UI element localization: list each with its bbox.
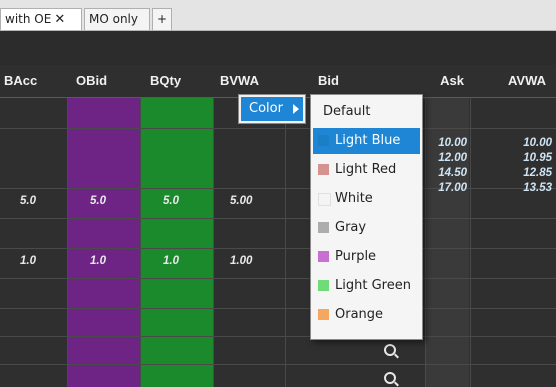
tab-label: with OE bbox=[5, 12, 52, 26]
color-option-orange[interactable]: Orange bbox=[313, 302, 420, 328]
grid-line bbox=[0, 336, 556, 337]
cell-avwa[interactable]: 13.53 bbox=[508, 182, 552, 194]
toolbar bbox=[0, 31, 556, 65]
color-swatch-icon bbox=[318, 251, 329, 262]
tab-bar: with OE ✕ MO only + bbox=[0, 0, 556, 31]
cell-avwa[interactable]: 10.95 bbox=[508, 152, 552, 164]
color-menu-item[interactable]: Color bbox=[241, 97, 303, 121]
cell-ask[interactable]: 17.00 bbox=[425, 182, 467, 194]
column-header-avwa[interactable]: AVWA bbox=[508, 65, 556, 97]
cell-obid[interactable]: 1.0 bbox=[90, 255, 106, 267]
column-header-bid[interactable]: Bid bbox=[318, 65, 378, 97]
cell-avwa[interactable]: 10.00 bbox=[508, 137, 552, 149]
grid-line bbox=[470, 98, 471, 387]
chevron-right-icon bbox=[293, 104, 299, 114]
grid-line bbox=[0, 308, 556, 309]
color-swatch-icon bbox=[318, 193, 331, 206]
color-option-label: Gray bbox=[335, 220, 367, 235]
grid-line bbox=[67, 98, 68, 387]
column-header-bqty[interactable]: BQty bbox=[150, 65, 210, 97]
cell-bqty[interactable]: 1.0 bbox=[163, 255, 179, 267]
color-option-label: Purple bbox=[335, 249, 377, 264]
grid-line bbox=[0, 188, 556, 189]
color-options-menu: Default Light Blue Light Red White Gray … bbox=[310, 94, 423, 340]
zoom-icon[interactable] bbox=[384, 372, 396, 384]
color-swatch-icon bbox=[318, 280, 329, 291]
color-option-label: Default bbox=[323, 104, 371, 119]
obid-column-fill bbox=[67, 98, 140, 387]
color-option-light-green[interactable]: Light Green bbox=[313, 273, 420, 299]
grid-line bbox=[0, 248, 556, 249]
color-option-purple[interactable]: Purple bbox=[313, 244, 420, 270]
column-header-bvwa[interactable]: BVWA bbox=[220, 65, 280, 97]
grid-line bbox=[0, 278, 556, 279]
tab-mo-only[interactable]: MO only bbox=[84, 8, 150, 30]
color-option-light-blue[interactable]: Light Blue bbox=[313, 128, 420, 154]
grid-line bbox=[213, 98, 214, 387]
color-option-label: White bbox=[335, 191, 373, 206]
color-swatch-icon bbox=[318, 222, 329, 233]
column-header-obid[interactable]: OBid bbox=[76, 65, 136, 97]
color-option-gray[interactable]: Gray bbox=[313, 215, 420, 241]
bqty-column-fill bbox=[140, 98, 213, 387]
color-swatch-icon bbox=[318, 309, 329, 320]
color-option-light-red[interactable]: Light Red bbox=[313, 157, 420, 183]
grid-line bbox=[0, 364, 556, 365]
tab-with-oe[interactable]: with OE ✕ bbox=[0, 8, 82, 30]
color-menu-label: Color bbox=[249, 101, 283, 116]
tab-label: MO only bbox=[89, 12, 138, 26]
cell-bvwa[interactable]: 5.00 bbox=[230, 195, 252, 207]
cell-bqty[interactable]: 5.0 bbox=[163, 195, 179, 207]
color-swatch-icon bbox=[318, 135, 329, 146]
cell-ask[interactable]: 12.00 bbox=[425, 152, 467, 164]
cell-avwa[interactable]: 12.85 bbox=[508, 167, 552, 179]
column-header-ask[interactable]: Ask bbox=[420, 65, 464, 97]
add-tab-button[interactable]: + bbox=[152, 8, 172, 30]
color-option-label: Light Green bbox=[335, 278, 411, 293]
grid-line bbox=[140, 98, 141, 387]
column-header-bacc[interactable]: BAcc bbox=[4, 65, 64, 97]
grid-line bbox=[0, 218, 556, 219]
cell-ask[interactable]: 14.50 bbox=[425, 167, 467, 179]
color-option-label: Light Red bbox=[335, 162, 397, 177]
grid-line bbox=[0, 128, 556, 129]
cell-bacc[interactable]: 5.0 bbox=[20, 195, 36, 207]
cell-obid[interactable]: 5.0 bbox=[90, 195, 106, 207]
close-icon[interactable]: ✕ bbox=[54, 12, 65, 27]
zoom-icon[interactable] bbox=[384, 344, 396, 356]
cell-bvwa[interactable]: 1.00 bbox=[230, 255, 252, 267]
context-menu: Color bbox=[238, 94, 306, 124]
color-option-label: Light Blue bbox=[335, 133, 401, 148]
color-option-default[interactable]: Default bbox=[313, 99, 420, 125]
color-option-label: Orange bbox=[335, 307, 384, 322]
cell-ask[interactable]: 10.00 bbox=[425, 137, 467, 149]
color-swatch-icon bbox=[318, 164, 329, 175]
cell-bacc[interactable]: 1.0 bbox=[20, 255, 36, 267]
grid-line bbox=[285, 98, 286, 387]
color-option-white[interactable]: White bbox=[313, 186, 420, 212]
